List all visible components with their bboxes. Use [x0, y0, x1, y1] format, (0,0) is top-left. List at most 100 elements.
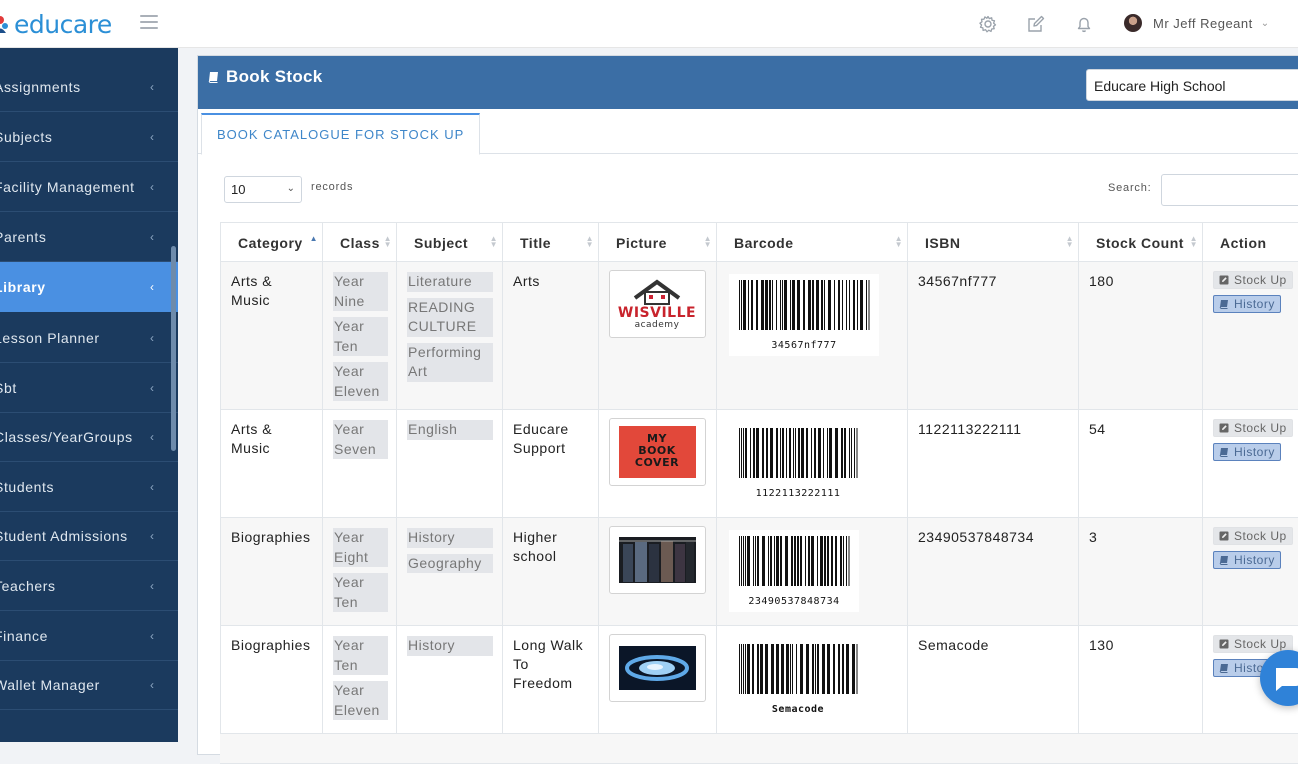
chat-button[interactable]	[1260, 650, 1298, 706]
chat-icon	[1276, 668, 1298, 691]
column-header-barcode[interactable]: Barcode ▲ ▼	[716, 222, 907, 262]
sort-icon: ▲ ▼	[894, 234, 903, 249]
book-thumbnail[interactable]	[609, 526, 706, 594]
subject-tag: History	[407, 636, 493, 656]
column-header-category[interactable]: Category ▲	[220, 222, 322, 262]
sidebar-item-teachers[interactable]: Teachers ‹	[0, 561, 178, 611]
column-header-isbn[interactable]: ISBN ▲ ▼	[907, 222, 1078, 262]
column-header-title[interactable]: Title ▲ ▼	[502, 222, 598, 262]
records-per-page-select[interactable]: 10 ⌄	[224, 176, 302, 203]
edit-icon[interactable]	[1026, 14, 1046, 34]
sidebar-item-wallet-manager[interactable]: Wallet Manager ‹	[0, 660, 178, 710]
class-tag: Year Eleven	[333, 681, 388, 720]
barcode-bar	[834, 280, 835, 330]
barcode-bar	[770, 428, 773, 478]
picture-cell	[598, 518, 716, 625]
class-tag: Year Nine	[333, 272, 388, 311]
barcode-bar	[824, 536, 826, 586]
barcode-bar	[849, 280, 850, 330]
barcode-bars	[739, 280, 870, 330]
barcode-bar	[768, 536, 769, 586]
barcode-bar	[801, 428, 804, 478]
stock-up-label: Stock Up	[1234, 420, 1287, 435]
history-button[interactable]: History	[1213, 295, 1281, 313]
barcode-bar	[852, 644, 854, 694]
sort-asc-icon: ▲	[309, 234, 318, 243]
sort-icon: ▲ ▼	[383, 234, 392, 249]
menu-toggle-icon[interactable]	[140, 15, 158, 29]
column-header-label: Subject	[414, 235, 469, 251]
sidebar-item-facility-management[interactable]: Facility Management ‹	[0, 162, 178, 212]
book-thumbnail[interactable]: MY BOOK COVER	[609, 418, 706, 486]
table-row: Arts & Music Year Seven English Educare …	[220, 410, 1298, 518]
bell-icon[interactable]	[1074, 14, 1094, 34]
book-icon	[208, 72, 218, 83]
stock-up-button[interactable]: Stock Up	[1213, 527, 1293, 545]
sidebar-item-finance[interactable]: Finance ‹	[0, 611, 178, 661]
school-select[interactable]: Educare High School	[1086, 69, 1298, 101]
sidebar-item-students[interactable]: Students ‹	[0, 462, 178, 512]
column-header-label: Category	[238, 235, 303, 251]
stock-up-button[interactable]: Stock Up	[1213, 271, 1293, 289]
column-header-action[interactable]: Action▲▼	[1202, 222, 1298, 262]
column-header-subject[interactable]: Subject ▲ ▼	[396, 222, 502, 262]
sidebar-item-student-admissions[interactable]: Student Admissions ‹	[0, 511, 178, 561]
barcode-image: Semacode	[729, 638, 867, 720]
sidebar-item-subjects[interactable]: Subjects ‹	[0, 112, 178, 162]
barcode-bar	[841, 428, 843, 478]
sidebar-item-sbt[interactable]: Sbt ‹	[0, 363, 178, 413]
barcode-bar	[769, 280, 771, 330]
book-icon	[1219, 664, 1228, 673]
barcode-bar	[739, 280, 740, 330]
user-menu[interactable]: Mr Jeff Regeant ⌄	[1124, 14, 1269, 32]
book-icon	[1219, 448, 1228, 457]
search-label: Search:	[1108, 182, 1152, 194]
my-book-cover: MY BOOK COVER	[619, 426, 696, 478]
column-header-class[interactable]: Class ▲ ▼	[322, 222, 396, 262]
barcode-cell: 23490537848734	[716, 518, 907, 625]
column-header-stock-count[interactable]: Stock Count ▲ ▼	[1078, 222, 1202, 262]
sidebar-scrollbar[interactable]	[171, 246, 176, 451]
sidebar-item-assignments[interactable]: Assignments ‹	[0, 62, 178, 112]
barcode-cell: Semacode	[716, 626, 907, 733]
history-button[interactable]: History	[1213, 551, 1281, 569]
tab-book-catalogue[interactable]: BOOK CATALOGUE FOR STOCK UP	[201, 113, 481, 155]
action-cell: Stock Up History	[1202, 262, 1298, 409]
barcode-bar	[797, 280, 800, 330]
barcode-bar	[846, 644, 849, 694]
sidebar-item-classes[interactable]: Classes/YearGroups ‹	[0, 412, 178, 462]
barcode-bar	[848, 536, 850, 586]
barcode-bar	[793, 428, 794, 478]
barcode-bar	[798, 428, 800, 478]
page-title: Book Stock	[208, 67, 323, 87]
book-thumbnail[interactable]: WISVILLE academy	[609, 270, 706, 338]
barcode-bar	[816, 280, 819, 330]
gear-icon[interactable]	[978, 14, 998, 34]
barcode-bar	[791, 536, 793, 586]
brand-logo[interactable]: educare	[0, 9, 112, 39]
subject-tag: Literature	[407, 272, 493, 292]
barcode-bar	[800, 536, 802, 586]
barcode-bar	[748, 280, 749, 330]
sidebar-item-lesson-planner[interactable]: Lesson Planner ‹	[0, 313, 178, 363]
column-header-picture[interactable]: Picture ▲ ▼	[598, 222, 716, 262]
search-input[interactable]	[1161, 174, 1298, 206]
barcode-bar	[827, 536, 829, 586]
book-thumbnail[interactable]	[609, 634, 706, 702]
stock-up-button[interactable]: Stock Up	[1213, 419, 1293, 437]
barcode-bar	[776, 536, 779, 586]
brand-name: educare	[14, 9, 112, 39]
subject-tag: READING CULTURE	[407, 297, 493, 337]
barcode-bar	[755, 536, 756, 586]
sidebar-item-library[interactable]: Library ‹	[0, 262, 178, 312]
barcode-bar	[838, 280, 840, 330]
barcode-text: Semacode	[771, 704, 825, 715]
barcode-image: 34567nf777	[729, 274, 879, 356]
barcode-bar	[827, 644, 830, 694]
title-cell: Long Walk To Freedom	[502, 626, 598, 733]
barcode-bar	[790, 644, 791, 694]
barcode-bar	[752, 644, 754, 694]
sidebar-item-parents[interactable]: Parents ‹	[0, 212, 178, 262]
barcode-bar	[780, 536, 782, 586]
history-button[interactable]: History	[1213, 443, 1281, 461]
